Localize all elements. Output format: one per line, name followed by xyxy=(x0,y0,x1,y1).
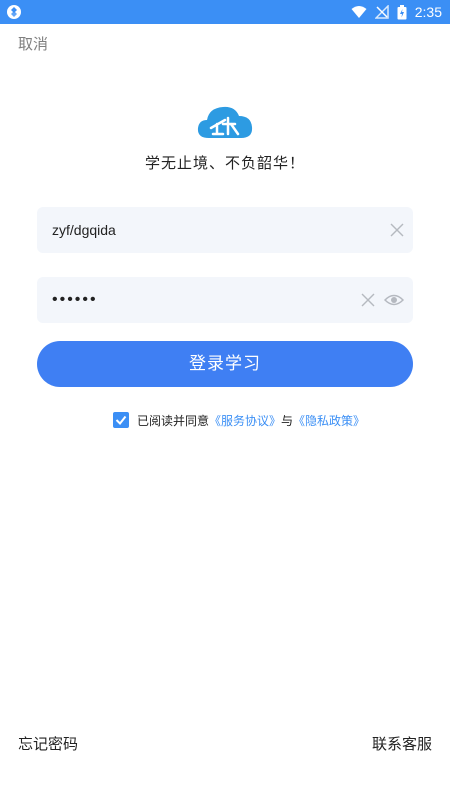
forgot-password-link[interactable]: 忘记密码 xyxy=(18,733,78,754)
slogan: 学无止境、不负韶华！ xyxy=(144,154,305,172)
agreement-checkbox[interactable] xyxy=(113,412,129,428)
service-agreement-link[interactable]: 《服务协议》 xyxy=(209,412,281,429)
agreement-prefix: 已阅读并同意 xyxy=(137,413,210,428)
username-field-container xyxy=(37,207,413,253)
privacy-policy-link[interactable]: 《隐私政策》 xyxy=(293,412,365,429)
clear-username-icon[interactable] xyxy=(390,223,404,237)
show-password-eye-icon[interactable] xyxy=(384,291,404,309)
password-field-container xyxy=(37,277,413,323)
agreement-row: 已阅读并同意 《服务协议》 与 《隐私政策》 xyxy=(113,411,365,429)
cancel-button[interactable]: 取消 xyxy=(18,33,48,54)
username-input[interactable] xyxy=(52,207,352,253)
contact-support-link[interactable]: 联系客服 xyxy=(372,733,432,754)
wifi-icon xyxy=(351,6,367,18)
status-bar: 2:35 xyxy=(0,0,450,24)
status-time: 2:35 xyxy=(414,4,442,20)
no-signal-icon xyxy=(374,5,389,19)
password-input[interactable] xyxy=(52,277,352,323)
app-logo xyxy=(197,106,253,138)
login-button[interactable]: 登录学习 xyxy=(37,341,413,387)
clear-password-icon[interactable] xyxy=(361,293,375,307)
checkmark-icon xyxy=(115,415,127,426)
app-notification-icon xyxy=(7,5,21,19)
agreement-and: 与 xyxy=(281,413,294,428)
battery-icon xyxy=(397,4,407,19)
